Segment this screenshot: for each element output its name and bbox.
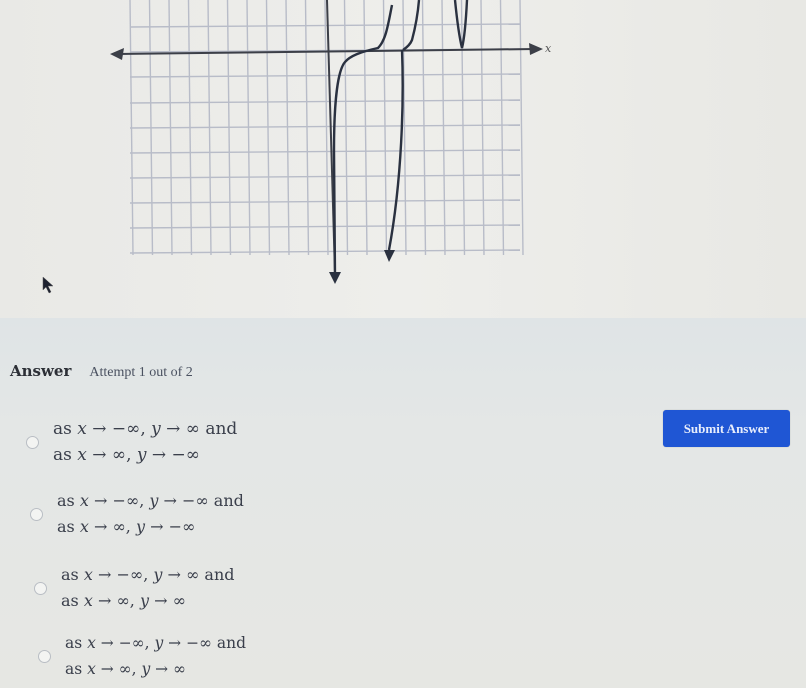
grid-line-vertical [402,0,407,256]
option-line-1: as x → −∞, y → −∞ and [57,491,244,510]
grid-line-vertical [421,0,427,256]
radio-button[interactable] [26,435,39,449]
grid-line-horizontal [129,73,521,78]
option-line-2: as x → ∞, y → −∞ [53,445,200,465]
option-line-1: as x → −∞, y → ∞ and [53,419,238,439]
answer-panel: Answer Attempt 1 out of 2 Submit Answer … [0,318,806,688]
grid-line-horizontal [129,199,521,204]
x-axis-right-arrow [529,43,543,55]
option-line-2: as x → ∞, y → −∞ [57,517,196,536]
grid-line-vertical [519,0,524,256]
grid-line-horizontal [129,224,521,229]
option-line-1: as x → −∞, y → ∞ and [61,565,235,584]
radio-button[interactable] [30,507,43,521]
answer-header: Answer Attempt 1 out of 2 [10,362,193,381]
answer-title: Answer [10,362,72,380]
option-line-1: as x → −∞, y → −∞ and [65,634,247,652]
grid-line-horizontal [129,99,521,104]
radio-button[interactable] [34,581,47,595]
grid-line-horizontal [129,124,521,129]
x-axis-label: x [545,42,552,55]
grid-line-vertical [343,0,349,256]
curve-down-arrow [384,250,395,262]
option-line-2: as x → ∞, y → ∞ [65,660,187,678]
option-line-2: as x → ∞, y → ∞ [61,591,186,610]
grid-line-horizontal [129,249,521,254]
function-graph: x [110,0,552,284]
grid-line-horizontal [129,149,521,154]
grid-line-vertical [304,0,310,256]
y-axis-down-arrow [329,272,341,284]
answer-option-1[interactable]: as x → −∞, y → ∞ and as x → ∞, y → −∞ [26,418,237,466]
grid-line-vertical [441,0,446,256]
mouse-cursor-icon [42,276,54,294]
curve-right-branch [387,49,404,251]
grid-line-vertical [499,0,505,256]
answer-option-3[interactable]: as x → −∞, y → ∞ and as x → ∞, y → ∞ [34,564,234,612]
radio-button[interactable] [38,649,51,663]
answer-option-4[interactable]: as x → −∞, y → −∞ and as x → ∞, y → ∞ [38,632,246,680]
submit-answer-button[interactable]: Submit Answer [663,410,790,447]
curve-left-branch [332,4,394,277]
answer-option-2[interactable]: as x → −∞, y → −∞ and as x → ∞, y → −∞ [30,490,244,538]
grid-line-horizontal [129,174,521,179]
grid-line-vertical [285,0,290,256]
grid-line-vertical [480,0,485,256]
grid-line-vertical [363,0,368,256]
graph-panel: x [0,0,806,318]
attempt-counter: Attempt 1 out of 2 [89,365,193,380]
x-axis-left-arrow [110,48,124,60]
